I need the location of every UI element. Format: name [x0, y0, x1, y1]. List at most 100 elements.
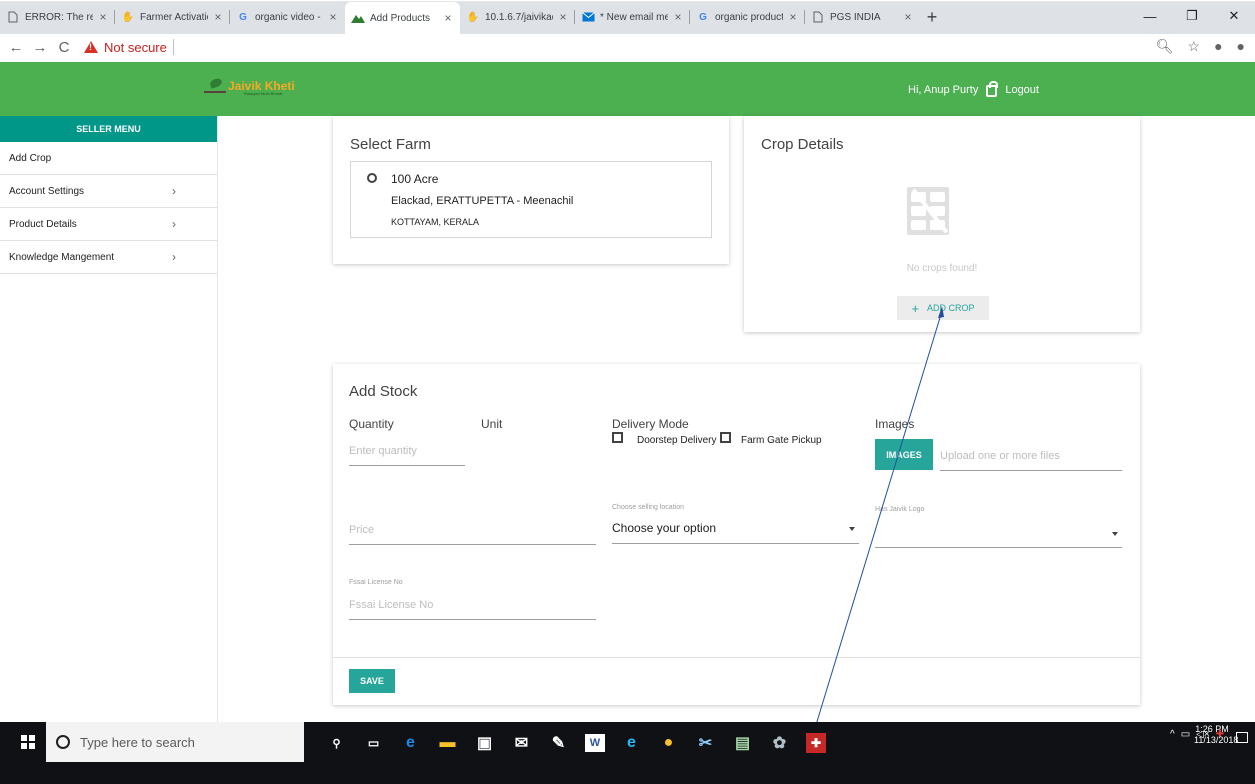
sidebar-item-product-details[interactable]: Product Details › [0, 208, 217, 241]
crop-details-card: Crop Details No crops found! + ADD CROP [744, 116, 1140, 332]
fssai-input[interactable]: Fssai License No [349, 599, 596, 620]
word-icon[interactable]: W [585, 734, 605, 752]
address-bar-actions: 🔍︎ ☆ ● ● [1156, 38, 1245, 55]
leaf-logo-icon [202, 77, 228, 99]
close-icon[interactable]: × [327, 10, 339, 24]
notepad-icon[interactable]: ▤ [724, 728, 761, 758]
restore-icon[interactable]: ❐ [1171, 2, 1213, 30]
security-indicator[interactable]: Not secure [84, 39, 174, 55]
triangle-logo-icon [351, 11, 365, 25]
account-icon[interactable]: ● [1214, 38, 1222, 55]
sidebar-item-add-crop[interactable]: Add Crop [0, 142, 217, 175]
internet-explorer-icon[interactable]: e [613, 728, 650, 758]
images-label: Images [875, 417, 915, 431]
user-greeting: Hi, Anup Purty [908, 83, 979, 96]
close-icon[interactable]: × [672, 10, 684, 24]
chevron-right-icon: › [172, 250, 176, 264]
mail-app-icon[interactable]: ✉ [503, 728, 540, 758]
sidebar-item-account-settings[interactable]: Account Settings › [0, 175, 217, 208]
close-icon[interactable]: × [557, 10, 569, 24]
notification-icon[interactable] [1236, 732, 1248, 743]
shield-app-icon[interactable]: ✚ [806, 733, 826, 753]
extension-icon[interactable]: ● [1237, 38, 1245, 55]
close-icon[interactable]: × [787, 10, 799, 24]
new-tab-button[interactable]: + [920, 2, 944, 32]
jaivik-logo-select[interactable] [875, 522, 1122, 548]
farm-state: KOTTAYAM, KERALA [391, 217, 480, 227]
close-icon[interactable]: × [442, 11, 454, 25]
network-icon[interactable]: ▭ [1181, 729, 1190, 740]
zoom-icon[interactable]: 🔍︎ [1156, 38, 1174, 55]
chrome-icon[interactable]: ● [650, 728, 687, 758]
radio-button[interactable] [367, 173, 377, 183]
edge-icon[interactable]: e [392, 728, 429, 758]
browser-tab[interactable]: G organic product × [690, 2, 805, 32]
window-controls: — ❐ ✕ [1129, 2, 1255, 30]
images-upload-button[interactable]: IMAGES [875, 439, 933, 470]
sidebar-item-label: Add Crop [9, 152, 52, 164]
close-icon[interactable]: × [902, 10, 914, 24]
reload-icon[interactable]: C [52, 39, 76, 56]
task-view-icon[interactable]: ▭ [355, 728, 392, 758]
farm-gate-pickup-label: Farm Gate Pickup [741, 435, 822, 446]
brand-logo[interactable]: Jaivik Kheti Rasayan Mukt Bharat [202, 77, 295, 99]
price-input[interactable]: Price [349, 524, 596, 545]
user-box: Hi, Anup Purty Logout [908, 81, 1039, 97]
store-icon[interactable]: ▣ [466, 728, 503, 758]
browser-tab[interactable]: ✋ 10.1.6.7/jaivikad × [460, 2, 575, 32]
select-farm-card: Select Farm 100 Acre Elackad, ERATTUPETT… [333, 116, 729, 264]
microphone-icon[interactable]: ⚲ [318, 728, 355, 758]
media-icon[interactable]: ✎ [540, 728, 577, 758]
farm-option[interactable]: 100 Acre Elackad, ERATTUPETTA - Meenachi… [350, 161, 712, 238]
browser-tab[interactable]: ✋ Farmer Activatio × [115, 2, 230, 32]
taskbar-clock[interactable]: 1:26 PM 11/13/2018 [1194, 724, 1239, 747]
taskbar-search[interactable]: Type here to search [46, 722, 304, 762]
lock-icon[interactable] [986, 81, 999, 97]
chevron-down-icon [849, 527, 855, 531]
chevron-up-icon[interactable]: ^ [1170, 729, 1175, 740]
brand-tagline: Rasayan Mukt Bharat [244, 91, 283, 96]
images-file-path-input[interactable]: Upload one or more files [940, 450, 1122, 471]
forward-arrow-icon[interactable]: → [28, 39, 52, 56]
browser-tab[interactable]: * New email mes × [575, 2, 690, 32]
browser-tab[interactable]: ERROR: The requ × [0, 2, 115, 32]
farm-gate-pickup-checkbox[interactable] [720, 432, 731, 443]
file-explorer-icon[interactable]: ▬ [429, 728, 466, 758]
close-icon[interactable]: × [212, 10, 224, 24]
add-crop-button[interactable]: + ADD CROP [897, 296, 989, 320]
security-label: Not secure [104, 39, 167, 55]
logout-link[interactable]: Logout [1005, 84, 1039, 96]
browser-tab-strip: ERROR: The requ × ✋ Farmer Activatio × G… [0, 2, 1255, 34]
start-button[interactable] [8, 722, 48, 762]
google-icon: G [239, 11, 247, 23]
browser-tab-active[interactable]: Add Products × [345, 2, 460, 34]
save-button[interactable]: SAVE [349, 669, 395, 693]
selling-location-select[interactable]: Choose your option [612, 519, 859, 544]
quantity-input[interactable]: Enter quantity [349, 445, 465, 466]
chevron-down-icon [1112, 532, 1118, 536]
paint-icon[interactable]: ✿ [761, 728, 798, 758]
minimize-icon[interactable]: — [1129, 2, 1171, 30]
browser-tab[interactable]: PGS INDIA × [805, 2, 920, 32]
back-arrow-icon[interactable]: ← [4, 39, 28, 56]
brand-text: Jaivik Kheti Rasayan Mukt Bharat [228, 80, 295, 96]
doorstep-delivery-checkbox[interactable] [612, 432, 623, 443]
google-icon: G [699, 11, 707, 23]
taskbar-search-placeholder: Type here to search [80, 734, 195, 750]
close-window-icon[interactable]: ✕ [1213, 2, 1255, 30]
selling-location-label: Choose selling location [612, 504, 684, 511]
delivery-mode-label: Delivery Mode [612, 417, 689, 431]
farm-address: Elackad, ERATTUPETTA - Meenachil [391, 195, 574, 207]
plus-icon: + [911, 300, 920, 316]
jaivik-logo-label: Has Jaivik Logo [875, 506, 925, 513]
taskbar-date: 11/13/2018 [1194, 735, 1239, 746]
windows-logo-icon [21, 735, 35, 749]
snipping-tool-icon[interactable]: ✂ [687, 728, 724, 758]
star-icon[interactable]: ☆ [1188, 38, 1201, 55]
select-farm-title: Select Farm [350, 136, 431, 153]
handshake-icon: ✋ [121, 11, 135, 23]
url-separator [172, 39, 174, 55]
close-icon[interactable]: × [97, 10, 109, 24]
browser-tab[interactable]: G organic video - ( × [230, 2, 345, 32]
sidebar-item-knowledge-management[interactable]: Knowledge Mangement › [0, 241, 217, 274]
